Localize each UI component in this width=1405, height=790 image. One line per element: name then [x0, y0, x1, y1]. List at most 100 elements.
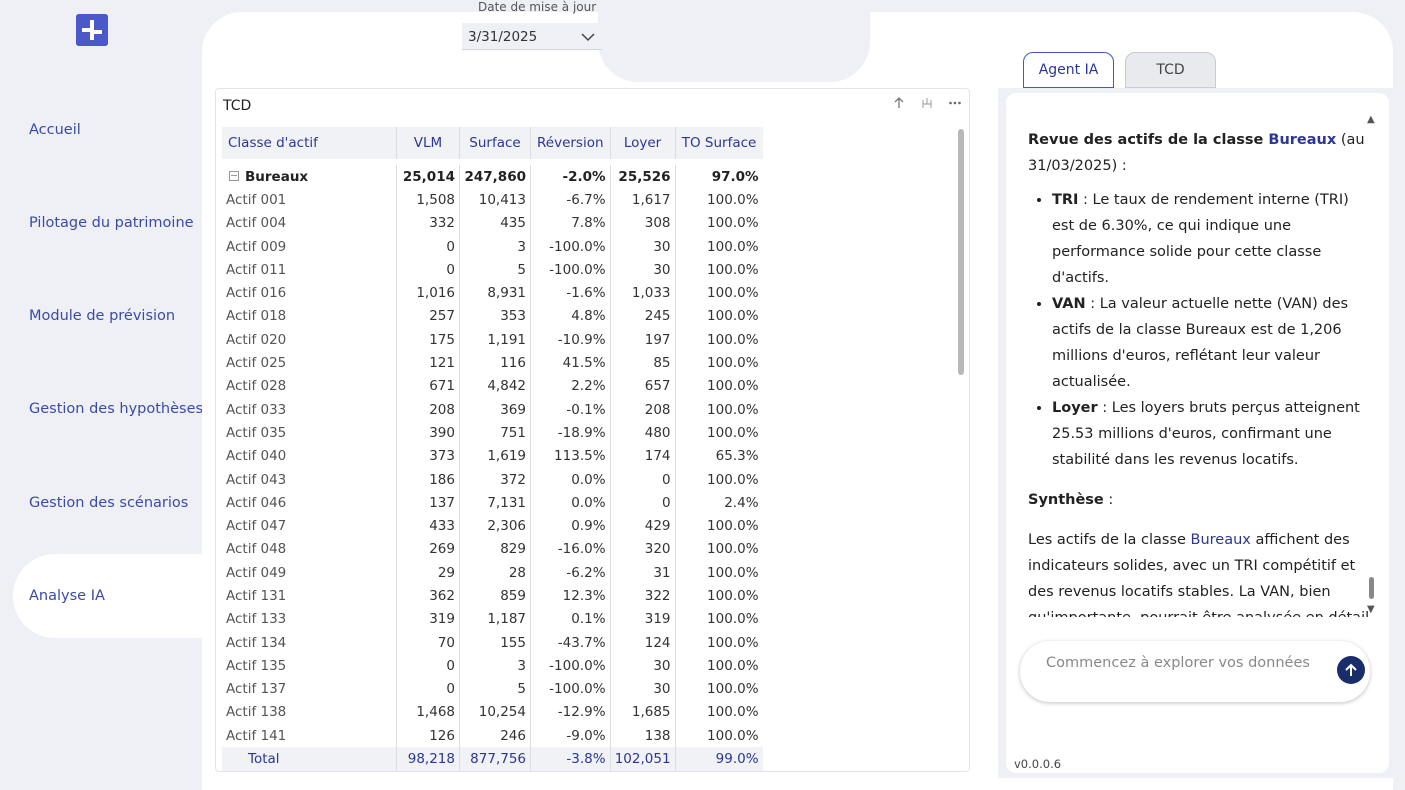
table-row[interactable]: Actif 004 332 435 7.8% 308 100.0%	[222, 211, 763, 235]
table-row[interactable]: Actif 043 186 372 0.0% 0 100.0%	[222, 467, 763, 492]
table-row[interactable]: Actif 028 671 4,842 2.2% 657 100.0%	[222, 374, 763, 398]
table-row[interactable]: Actif 046 137 7,131 0.0% 0 2.4%	[222, 491, 763, 515]
table-row[interactable]: Actif 016 1,016 8,931 -1.6% 1,033 100.0%	[222, 281, 763, 305]
table-cell: 751	[459, 421, 531, 445]
table-cell: 0	[609, 467, 676, 492]
table-row[interactable]: Actif 020 175 1,191 -10.9% 197 100.0%	[222, 328, 763, 352]
table-cell: 362	[396, 584, 460, 608]
table-cell: 12.3%	[530, 584, 611, 608]
table-cell: 1,508	[396, 188, 460, 212]
table-row[interactable]: Actif 135 0 3 -100.0% 30 100.0%	[222, 654, 763, 678]
table-cell: 877,756	[459, 747, 531, 772]
table-row[interactable]: Actif 025 121 116 41.5% 85 100.0%	[222, 351, 763, 375]
table-row[interactable]: Actif 134 70 155 -43.7% 124 100.0%	[222, 630, 763, 655]
date-filter-select[interactable]: 3/31/2025	[462, 23, 602, 50]
list-item: Loyer : Les loyers bruts perçus atteigne…	[1052, 395, 1370, 473]
table-row[interactable]: Actif 011 0 5 -100.0% 30 100.0%	[222, 258, 763, 282]
chat-input-placeholder: Commencez à explorer vos données	[1046, 655, 1310, 671]
table-cell: 175	[396, 328, 460, 352]
scroll-up-arrow-icon[interactable]: ▲	[1367, 114, 1375, 125]
table-total-row: Total 98,218 877,756 -3.8% 102,051 99.0%	[222, 747, 763, 772]
nav-item-hypotheses[interactable]: Gestion des hypothèses	[29, 401, 203, 417]
table-row[interactable]: Actif 035 390 751 -18.9% 480 100.0%	[222, 421, 763, 445]
chat-scrollbar[interactable]	[1369, 577, 1374, 599]
scroll-down-arrow-icon[interactable]: ▼	[1367, 604, 1375, 615]
table-scrollbar[interactable]	[958, 129, 964, 375]
table-cell: 1,187	[459, 607, 531, 631]
table-cell: 353	[459, 304, 531, 329]
nav-item-pilotage[interactable]: Pilotage du patrimoine	[29, 215, 194, 231]
table-cell: -100.0%	[530, 654, 611, 678]
column-header[interactable]: TO Surface	[674, 127, 763, 159]
column-header[interactable]: Surface	[459, 127, 531, 159]
column-header[interactable]: Réversion	[530, 127, 611, 159]
table-cell: 0.1%	[530, 607, 611, 631]
table-row[interactable]: Actif 049 29 28 -6.2% 31 100.0%	[222, 561, 763, 585]
table-row[interactable]: Actif 048 269 829 -16.0% 320 100.0%	[222, 537, 763, 562]
tcd-table: Classe d'actif VLM Surface Réversion Loy…	[222, 127, 763, 772]
table-row[interactable]: Actif 133 319 1,187 0.1% 319 100.0%	[222, 607, 763, 631]
table-row[interactable]: Actif 137 0 5 -100.0% 30 100.0%	[222, 677, 763, 701]
table-cell: 100.0%	[674, 374, 763, 398]
asset-name: Actif 134	[226, 634, 287, 651]
table-group-row[interactable]: Bureaux 25,014 247,860 -2.0% 25,526 97.0…	[222, 165, 763, 189]
asset-name: Actif 035	[226, 424, 287, 441]
table-row[interactable]: Actif 131 362 859 12.3% 322 100.0%	[222, 584, 763, 608]
table-cell: 100.0%	[674, 188, 763, 212]
table-cell: 308	[609, 211, 676, 235]
table-cell: 0	[396, 677, 460, 701]
chat-synthese-heading: Synthèse :	[1028, 492, 1114, 508]
table-cell: -16.0%	[530, 537, 611, 562]
table-row[interactable]: Actif 138 1,468 10,254 -12.9% 1,685 100.0%	[222, 700, 763, 725]
table-cell: 100.0%	[674, 584, 763, 608]
nav-item-prevision[interactable]: Module de prévision	[29, 308, 175, 324]
table-row[interactable]: Actif 033 208 369 -0.1% 208 100.0%	[222, 397, 763, 422]
table-cell: 3	[459, 654, 531, 678]
tab-agent-ia[interactable]: Agent IA	[1023, 52, 1114, 88]
column-header[interactable]: Classe d'actif	[222, 127, 397, 159]
table-cell: 1,468	[396, 700, 460, 725]
tab-tcd[interactable]: TCD	[1125, 52, 1216, 88]
column-header[interactable]: VLM	[396, 127, 460, 159]
table-row[interactable]: Actif 047 433 2,306 0.9% 429 100.0%	[222, 514, 763, 538]
table-cell: 138	[609, 724, 676, 748]
table-cell: 174	[609, 444, 676, 468]
nav-item-analyse-ia[interactable]: Analyse IA	[13, 554, 213, 638]
sort-up-icon[interactable]	[891, 95, 907, 111]
table-cell: 332	[396, 211, 460, 235]
table-cell: 7.8%	[530, 211, 611, 235]
table-cell: -6.2%	[530, 561, 611, 585]
table-cell: 100.0%	[674, 724, 763, 748]
more-options-icon[interactable]	[947, 95, 963, 111]
table-cell: 137	[396, 491, 460, 515]
column-header[interactable]: Loyer	[609, 127, 676, 159]
drill-icon[interactable]	[919, 95, 935, 111]
table-cell: 100.0%	[674, 630, 763, 655]
tcd-visual: TCD Classe d'actif VLM Surface Réversion…	[215, 88, 970, 772]
table-cell: 829	[459, 537, 531, 562]
asset-name: Actif 141	[226, 727, 287, 744]
table-cell: 433	[396, 514, 460, 538]
send-button[interactable]	[1337, 656, 1365, 684]
table-row[interactable]: Actif 018 257 353 4.8% 245 100.0%	[222, 304, 763, 329]
table-cell: 100.0%	[674, 654, 763, 678]
table-cell: 100.0%	[674, 234, 763, 259]
table-cell: 0	[396, 234, 460, 259]
nav-item-accueil[interactable]: Accueil	[29, 122, 81, 138]
chat-input[interactable]: Commencez à explorer vos données	[1020, 641, 1370, 702]
table-row[interactable]: Actif 009 0 3 -100.0% 30 100.0%	[222, 234, 763, 259]
table-row[interactable]: Actif 040 373 1,619 113.5% 174 65.3%	[222, 444, 763, 468]
table-row[interactable]: Actif 141 126 246 -9.0% 138 100.0%	[222, 724, 763, 748]
table-cell: 5	[459, 258, 531, 282]
table-cell: 1,619	[459, 444, 531, 468]
nav-item-analyse-ia-label: Analyse IA	[29, 588, 105, 604]
table-cell: 100.0%	[674, 304, 763, 329]
nav-item-scenarios[interactable]: Gestion des scénarios	[29, 495, 188, 511]
table-cell: -10.9%	[530, 328, 611, 352]
collapse-icon[interactable]	[229, 171, 239, 182]
table-cell: -18.9%	[530, 421, 611, 445]
table-row[interactable]: Actif 001 1,508 10,413 -6.7% 1,617 100.0%	[222, 188, 763, 212]
asset-name: Actif 046	[226, 494, 287, 511]
asset-name: Actif 040	[226, 448, 287, 465]
table-cell: 0.0%	[530, 467, 611, 492]
